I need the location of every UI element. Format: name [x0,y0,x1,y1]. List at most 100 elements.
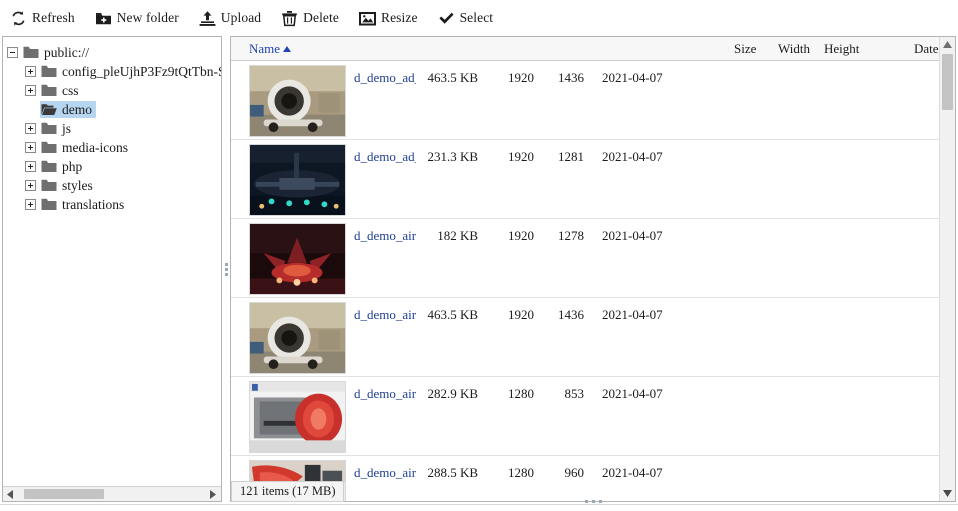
expand-toggle-styles[interactable] [25,180,36,191]
expand-toggle-js[interactable] [25,123,36,134]
sidebar-item-js[interactable]: js [25,119,221,138]
upload-label: Upload [220,10,262,25]
panel-splitter[interactable] [222,36,230,502]
tree-hscroll-track[interactable] [18,487,206,501]
file-width: 1280 [508,465,534,480]
refresh-button[interactable]: Refresh [8,6,77,30]
select-button[interactable]: Select [436,6,496,30]
sidebar-item-media-icons[interactable]: media-icons [25,138,221,157]
folder-icon [41,84,57,97]
scroll-up-arrow-icon[interactable] [940,37,955,52]
scroll-right-arrow-icon[interactable] [206,487,221,501]
upload-icon [199,10,216,27]
file-width: 1920 [508,70,534,85]
sidebar-item-translations-label: translations [62,197,125,212]
splitter-grip-icon [225,263,228,278]
file-name: d_demo_aircraft_til [354,386,416,401]
file-size: 463.5 KB [427,307,478,322]
file-date: 2021-04-07 [602,70,663,85]
table-row[interactable]: d_demo_ad_hoc_enginge 231.3 KB 1920 1281 202… [231,140,939,219]
delete-label: Delete [303,10,339,25]
column-header-date[interactable]: Date [914,41,939,57]
file-thumbnail[interactable] [249,381,346,453]
file-width: 1920 [508,307,534,322]
file-name: d_demo_aircraft_til [354,307,416,322]
column-header-size[interactable]: Size [734,41,756,57]
sidebar-item-media-icons-label: media-icons [62,140,128,155]
tree-hscroll-thumb[interactable] [24,489,104,499]
column-header-height[interactable]: Height [824,41,859,57]
column-header-width[interactable]: Width [778,41,810,57]
expand-toggle-media-icons[interactable] [25,142,36,153]
expand-toggle-demo [25,104,36,115]
file-date: 2021-04-07 [602,307,663,322]
refresh-label: Refresh [32,10,75,25]
table-row[interactable]: d_demo_aircraft_ti 182 KB 1920 1278 2021-04-… [231,219,939,298]
tree-horizontal-scrollbar[interactable] [3,486,221,501]
folder-icon [41,179,57,192]
file-size: 231.3 KB [427,149,478,164]
sidebar-item-demo[interactable]: demo [25,100,221,119]
file-thumbnail[interactable] [249,223,346,295]
upload-button[interactable]: Upload [197,6,263,30]
expand-toggle-translations[interactable] [25,199,36,210]
expand-toggle-php[interactable] [25,161,36,172]
folder-tree-scroll-area: public:// config_pleUjhP3Fz9tQtTbn-SB_yP [3,37,221,486]
file-size: 463.5 KB [427,70,478,85]
file-height: 960 [564,465,585,480]
delete-button[interactable]: Delete [279,6,341,30]
file-size: 182 KB [437,228,478,243]
folder-open-icon [41,103,57,116]
sidebar-item-php[interactable]: php [25,157,221,176]
file-thumbnail[interactable] [249,65,346,137]
file-name: d_demo_ad_hoc_enginge [354,149,416,164]
sort-ascending-icon [283,46,292,52]
file-height: 1436 [558,307,584,322]
expand-toggle-root[interactable] [7,47,18,58]
folder-icon [41,141,57,154]
check-icon [438,10,455,27]
file-thumbnail[interactable] [249,144,346,216]
sidebar-item-translations[interactable]: translations [25,195,221,214]
file-list-header: Name Size Width Height Date [231,37,939,61]
file-date: 2021-04-07 [602,386,663,401]
folder-icon [23,46,39,59]
column-header-name-label: Name [249,41,281,56]
table-row[interactable]: d_demo_aircraft_til 282.9 KB 1280 853 2021-0… [231,377,939,456]
sidebar-item-config[interactable]: config_pleUjhP3Fz9tQtTbn-SB_yP [25,62,221,81]
file-list-vertical-scrollbar[interactable] [939,37,955,501]
expand-toggle-css[interactable] [25,85,36,96]
file-list-vscroll-thumb[interactable] [942,54,953,110]
file-height: 1436 [558,70,584,85]
window-bottom-edge [0,504,958,511]
folder-icon [41,160,57,173]
file-name: d_demo_ad_hoc_enginge [354,70,416,85]
file-thumbnail[interactable] [249,302,346,374]
file-row-meta: d_demo_ad_hoc_enginge 231.3 KB 1920 1281 202… [354,149,676,167]
status-bar-label: 121 items (17 MB) [240,484,336,498]
file-height: 853 [564,386,585,401]
sidebar-item-css[interactable]: css [25,81,221,100]
tree-item-root[interactable]: public:// [7,43,221,62]
file-height: 1281 [558,149,584,164]
sidebar-item-styles[interactable]: styles [25,176,221,195]
sidebar-item-demo-label: demo [62,102,92,117]
file-manager-window: Refresh New folder Upload Delete Resize … [0,0,958,511]
file-width: 1280 [508,386,534,401]
new-folder-icon [95,10,112,27]
table-row[interactable]: d_demo_aircraft_til 463.5 KB 1920 1436 2021-… [231,298,939,377]
resize-button[interactable]: Resize [357,6,420,30]
file-size: 282.9 KB [427,386,478,401]
file-list-body: d_demo_ad_hoc_enginge 463.5 KB 1920 1436 202… [231,61,939,501]
sidebar-item-css-label: css [62,83,79,98]
table-row[interactable]: d_demo_ad_hoc_enginge 463.5 KB 1920 1436 202… [231,61,939,140]
folder-icon [41,198,57,211]
sidebar-item-js-label: js [62,121,72,136]
file-width: 1920 [508,228,534,243]
sidebar-item-config-label: config_pleUjhP3Fz9tQtTbn-SB_yP [62,64,221,79]
new-folder-button[interactable]: New folder [93,6,181,30]
expand-toggle-config[interactable] [25,66,36,77]
file-date: 2021-04-07 [602,228,663,243]
scroll-left-arrow-icon[interactable] [3,487,18,501]
column-header-name[interactable]: Name [249,41,292,57]
